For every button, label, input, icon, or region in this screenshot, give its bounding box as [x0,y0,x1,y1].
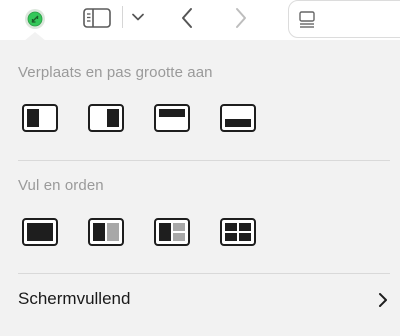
left-and-quarters-icon [154,218,190,246]
toolbar-divider [122,6,123,28]
tile-top-half[interactable] [154,104,190,132]
tile-right-half[interactable] [88,104,124,132]
left-right-split-icon [88,218,124,246]
forward-arrow-icon [236,8,246,28]
tile-left-and-quarters[interactable] [154,218,190,246]
move-resize-options [22,104,286,132]
left-half-icon [22,104,58,132]
tile-bottom-half[interactable] [220,104,256,132]
top-half-icon [154,104,190,132]
sidebar-menu-button[interactable] [128,6,148,28]
fullscreen-menu-item[interactable]: Schermvullend [0,280,400,320]
section-title-move-resize: Verplaats en pas grootte aan [18,64,213,81]
fill-icon [22,218,58,246]
chevron-right-icon [379,293,387,307]
sidebar-toggle-button[interactable] [80,4,114,32]
chevron-down-icon [132,13,144,21]
green-window-dot-icon [25,9,45,29]
bottom-half-icon [220,104,256,132]
four-quarters-icon [220,218,256,246]
sidebar-icon [83,8,111,28]
tile-fill[interactable] [22,218,58,246]
tab-overview-field[interactable] [288,0,400,38]
tile-left-right-split[interactable] [88,218,124,246]
fill-arrange-options [22,218,286,246]
back-button[interactable] [172,4,202,32]
section-title-fill-arrange: Vul en orden [18,177,104,194]
right-half-icon [88,104,124,132]
divider [18,273,390,274]
tile-left-half[interactable] [22,104,58,132]
browser-toolbar [0,0,400,40]
tab-overview-icon [299,11,315,28]
forward-button[interactable] [226,4,256,32]
divider [18,160,390,161]
tile-four-quarters[interactable] [220,218,256,246]
green-window-button[interactable] [24,8,46,30]
fullscreen-label: Schermvullend [18,289,131,308]
back-arrow-icon [182,8,192,28]
